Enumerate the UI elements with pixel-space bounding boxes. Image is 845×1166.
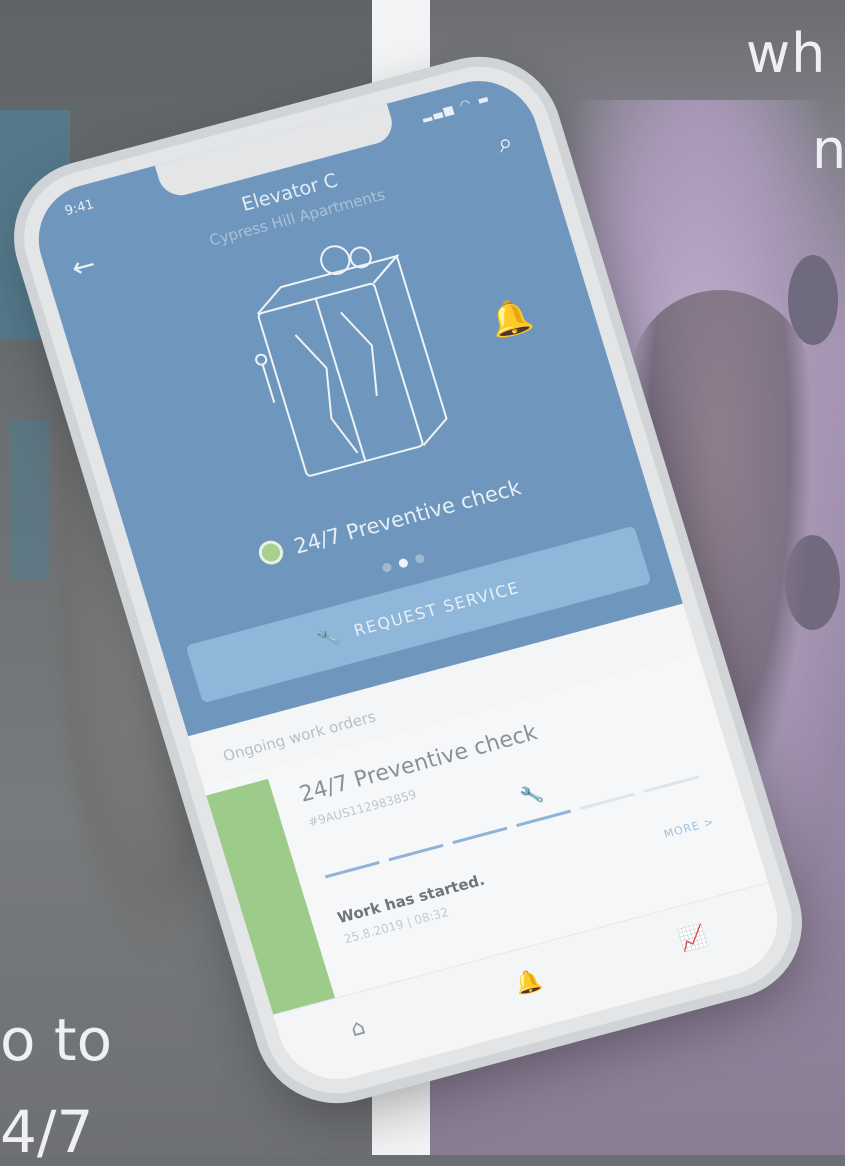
- progress-step: [388, 843, 444, 862]
- request-service-label: REQUEST SERVICE: [351, 577, 522, 641]
- more-link[interactable]: MORE >: [662, 815, 716, 841]
- progress-step: [324, 860, 380, 879]
- status-ok-indicator: [256, 537, 287, 568]
- pager-dot[interactable]: [413, 553, 425, 565]
- phone-frame: 9:41 ▂▃▅ ◠ ▬ ← Elevator C Cypress Hill A…: [6, 51, 810, 1109]
- phone-mockup: 9:41 ▂▃▅ ◠ ▬ ← Elevator C Cypress Hill A…: [6, 51, 810, 1109]
- headline-left-line2: 4/7: [0, 1098, 94, 1166]
- wrench-icon: 🔧: [314, 624, 344, 651]
- signal-wifi-battery-icon: ▂▃▅ ◠ ▬: [419, 90, 493, 123]
- pager-dot-active[interactable]: [397, 557, 409, 569]
- headline-right-line1: wh: [746, 22, 827, 85]
- progress-step: [643, 775, 699, 793]
- app-header-area: 9:41 ▂▃▅ ◠ ▬ ← Elevator C Cypress Hill A…: [24, 68, 683, 737]
- wrench-step-icon: 🔧: [517, 782, 546, 809]
- chart-icon[interactable]: 📈: [676, 923, 710, 954]
- progress-step: [452, 826, 508, 845]
- notification-bell-icon[interactable]: 🔔: [485, 294, 538, 343]
- headline-right-line2: n: [812, 118, 845, 181]
- elevator-illustration: [255, 245, 448, 477]
- pager-dot[interactable]: [380, 562, 393, 574]
- status-time: 9:41: [63, 197, 96, 220]
- app-screen: 9:41 ▂▃▅ ◠ ▬ ← Elevator C Cypress Hill A…: [24, 68, 792, 1092]
- progress-step: [516, 809, 572, 828]
- home-icon[interactable]: ⌂: [348, 1015, 369, 1043]
- bell-tab-icon[interactable]: 🔔: [512, 967, 546, 998]
- progress-step: [579, 792, 635, 810]
